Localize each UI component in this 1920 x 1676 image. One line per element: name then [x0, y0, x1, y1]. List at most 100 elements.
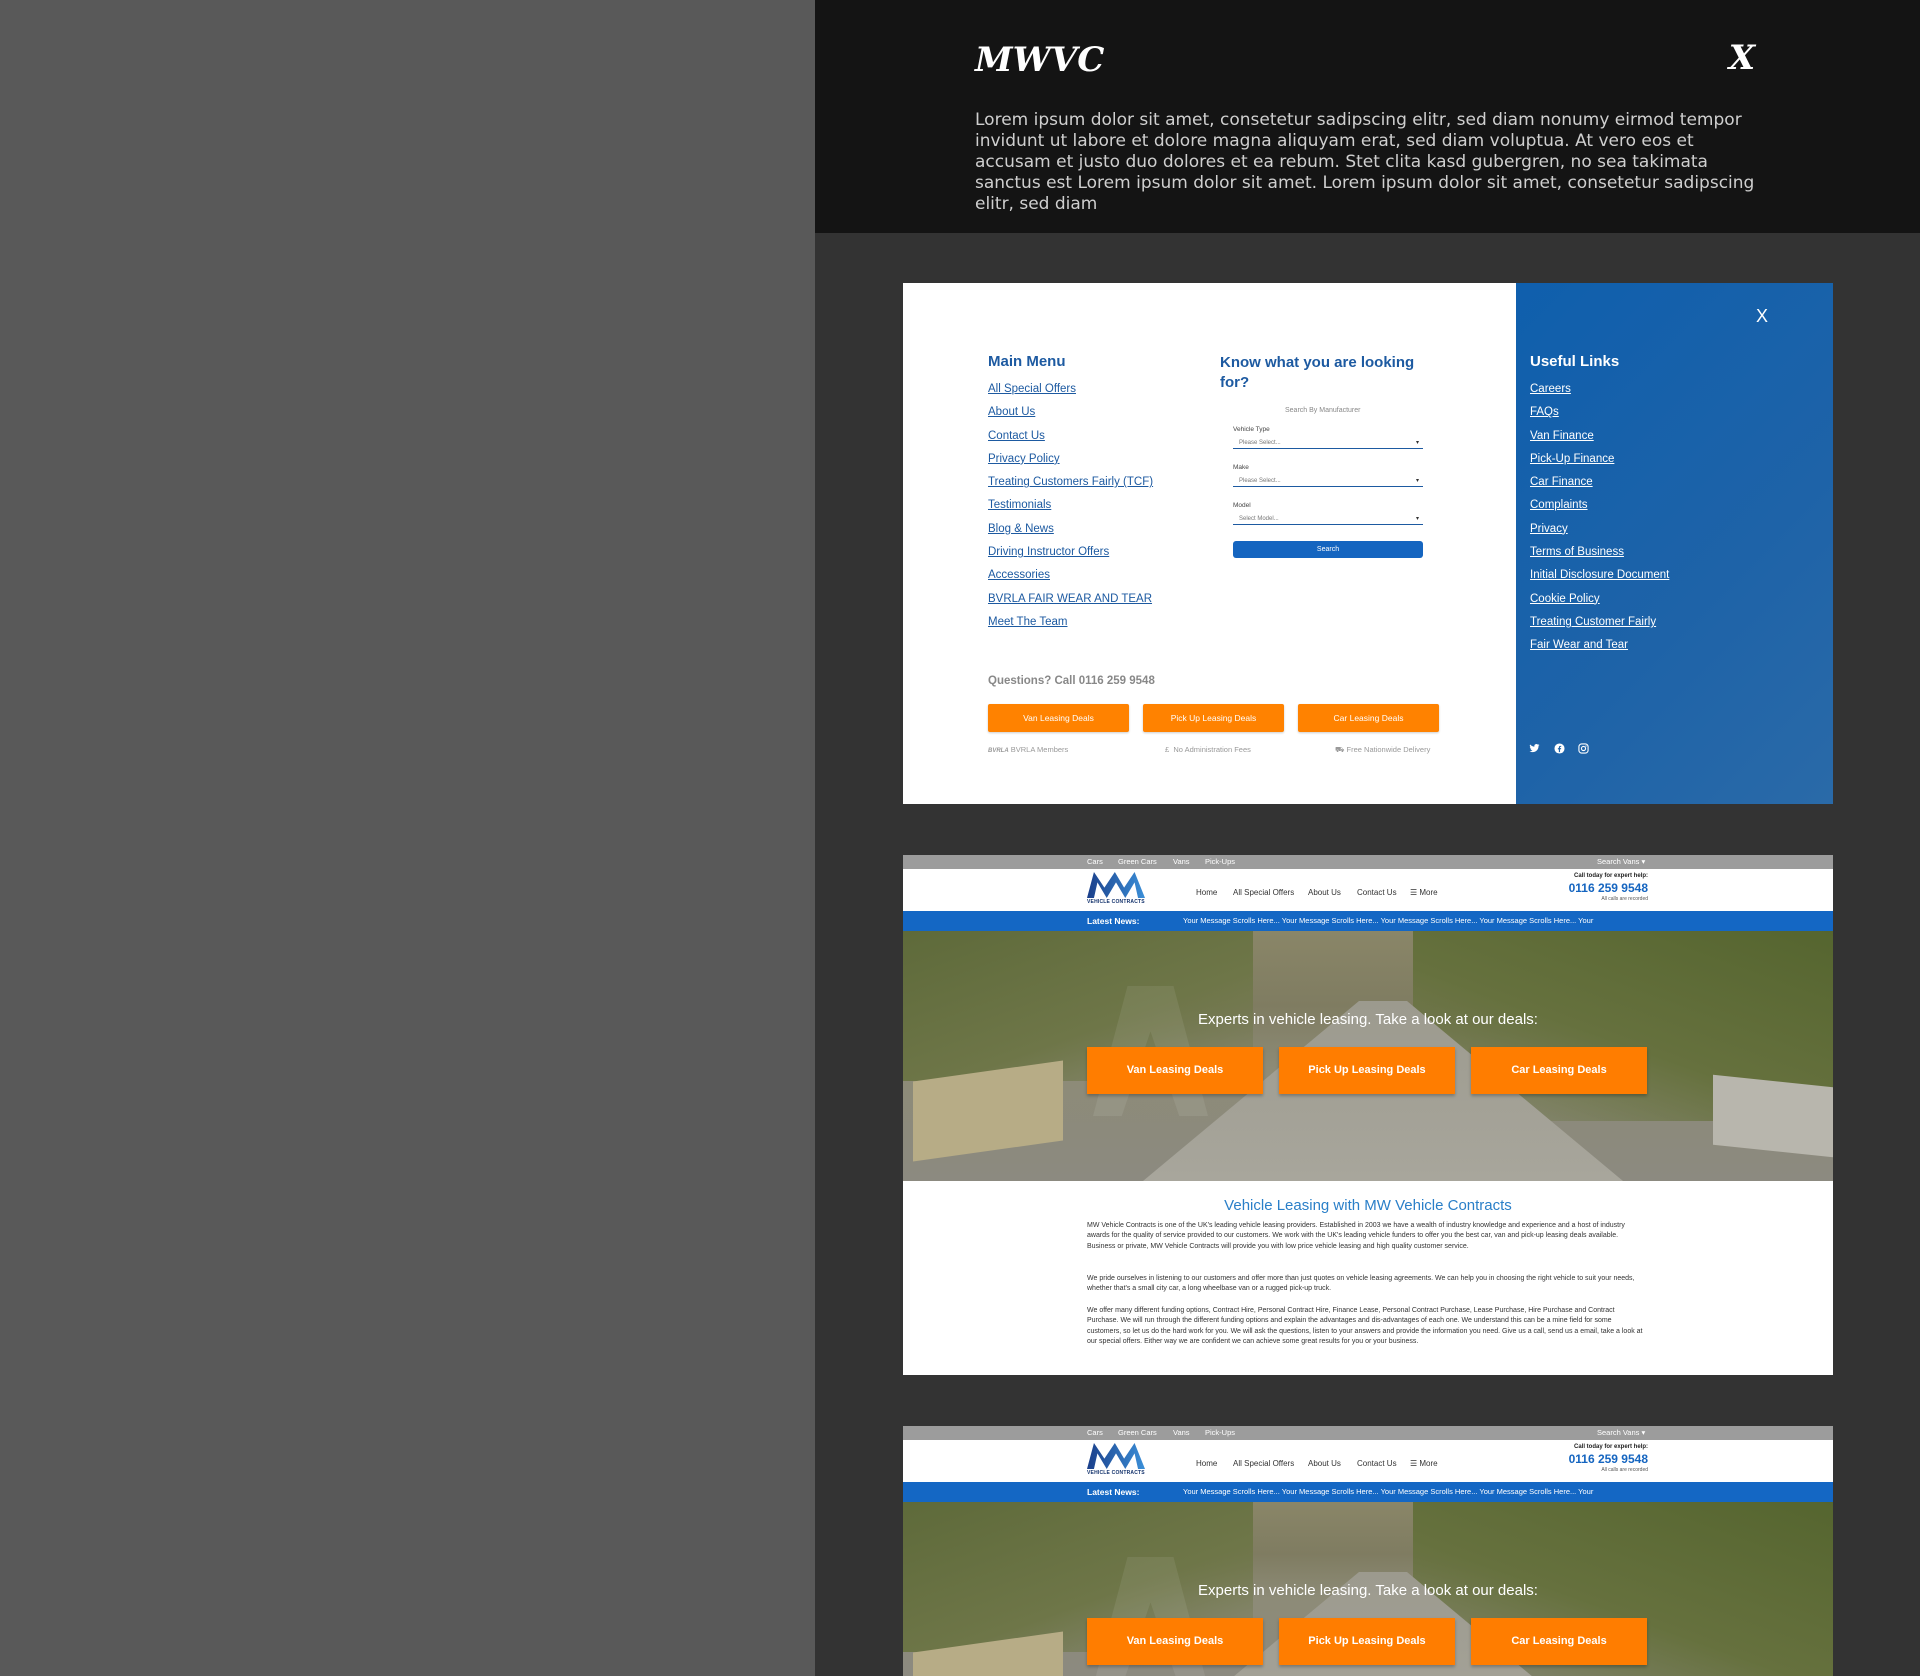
- page-overlay[interactable]: [0, 0, 815, 1676]
- hero-car-button[interactable]: Car Leasing Deals: [1471, 1618, 1647, 1665]
- calls-recorded: All calls are recorded: [1601, 896, 1648, 902]
- top-nav-cars[interactable]: Cars: [1087, 1426, 1103, 1440]
- search-vans-dropdown[interactable]: Search Vans ▾: [1597, 855, 1645, 869]
- top-bar: Cars Green Cars Vans Pick-Ups Search Van…: [903, 855, 1833, 869]
- top-nav-pickups[interactable]: Pick-Ups: [1205, 855, 1235, 869]
- make-label: Make: [1233, 464, 1249, 471]
- intro-paragraph: We pride ourselves in listening to our c…: [1087, 1275, 1635, 1293]
- homepage-screenshot: Cars Green Cars Vans Pick-Ups Search Van…: [903, 855, 1833, 1375]
- hero-car-button[interactable]: Car Leasing Deals: [1471, 1047, 1647, 1094]
- hero-van-button[interactable]: Van Leasing Deals: [1087, 1047, 1263, 1094]
- model-select[interactable]: Select Model... ▾: [1233, 514, 1423, 525]
- useful-links-area: X Useful Links Careers FAQs Van Finance …: [1516, 283, 1833, 804]
- main-menu-link[interactable]: About Us: [988, 406, 1153, 429]
- main-menu-link[interactable]: Contact Us: [988, 430, 1153, 453]
- menu-main-area: Main Menu All Special Offers About Us Co…: [903, 283, 1516, 804]
- site-header: VEHICLE CONTRACTS Home All Special Offer…: [903, 1440, 1833, 1482]
- nav-home[interactable]: Home: [1196, 1459, 1217, 1468]
- make-select[interactable]: Please Select... ▾: [1233, 476, 1423, 487]
- mw-logo[interactable]: VEHICLE CONTRACTS: [1087, 1443, 1145, 1477]
- main-menu-link[interactable]: Privacy Policy: [988, 453, 1153, 476]
- news-text: Your Message Scrolls Here... Your Messag…: [1183, 916, 1594, 925]
- phone-number[interactable]: 0116 259 9548: [1569, 881, 1648, 895]
- top-nav-vans[interactable]: Vans: [1173, 1426, 1190, 1440]
- useful-link[interactable]: Car Finance: [1530, 476, 1669, 499]
- make-value: Please Select...: [1239, 478, 1281, 484]
- nav-special-offers[interactable]: All Special Offers: [1233, 1459, 1294, 1468]
- useful-link[interactable]: Privacy: [1530, 523, 1669, 546]
- no-fees-feature: £ No Administration Fees: [1165, 745, 1251, 754]
- instagram-icon[interactable]: [1577, 743, 1589, 755]
- useful-link[interactable]: Complaints: [1530, 499, 1669, 522]
- search-vans-dropdown[interactable]: Search Vans ▾: [1597, 1426, 1645, 1440]
- menu-screenshot: Main Menu All Special Offers About Us Co…: [903, 283, 1833, 804]
- useful-link[interactable]: FAQs: [1530, 406, 1669, 429]
- top-nav-pickups[interactable]: Pick-Ups: [1205, 1426, 1235, 1440]
- search-button[interactable]: Search: [1233, 541, 1423, 558]
- hero-tagline: Experts in vehicle leasing. Take a look …: [1198, 1011, 1538, 1028]
- feature-label: No Administration Fees: [1173, 745, 1251, 754]
- call-label: Call today for expert help:: [1573, 873, 1648, 879]
- logo-text: VEHICLE CONTRACTS: [1087, 1470, 1145, 1476]
- useful-link[interactable]: Terms of Business: [1530, 546, 1669, 569]
- nav-contact[interactable]: Contact Us: [1357, 1459, 1397, 1468]
- main-menu-link[interactable]: BVRLA FAIR WEAR AND TEAR: [988, 593, 1153, 616]
- facebook-icon[interactable]: [1553, 743, 1565, 755]
- pickup-leasing-button[interactable]: Pick Up Leasing Deals: [1143, 704, 1284, 732]
- hero-banner: Experts in vehicle leasing. Take a look …: [903, 1502, 1833, 1676]
- useful-link[interactable]: Treating Customer Fairly: [1530, 616, 1669, 639]
- van-leasing-button[interactable]: Van Leasing Deals: [988, 704, 1129, 732]
- main-menu-link[interactable]: Treating Customers Fairly (TCF): [988, 476, 1153, 499]
- mw-logo[interactable]: VEHICLE CONTRACTS: [1087, 872, 1145, 906]
- questions-call: Questions? Call 0116 259 9548: [988, 675, 1155, 687]
- bvrla-logo-icon: BVRLA: [988, 748, 1009, 754]
- main-menu-link[interactable]: Testimonials: [988, 499, 1153, 522]
- panel-description: Lorem ipsum dolor sit amet, consetetur s…: [975, 110, 1755, 214]
- nav-about[interactable]: About Us: [1308, 888, 1341, 897]
- useful-link[interactable]: Cookie Policy: [1530, 593, 1669, 616]
- main-menu-link[interactable]: Blog & News: [988, 523, 1153, 546]
- news-label: Latest News:: [1087, 1487, 1140, 1497]
- panel-header: MWVC X Lorem ipsum dolor sit amet, conse…: [815, 0, 1920, 233]
- nav-home[interactable]: Home: [1196, 888, 1217, 897]
- top-bar: Cars Green Cars Vans Pick-Ups Search Van…: [903, 1426, 1833, 1440]
- search-title: Know what you are looking for?: [1220, 354, 1415, 391]
- nav-special-offers[interactable]: All Special Offers: [1233, 888, 1294, 897]
- model-label: Model: [1233, 502, 1251, 509]
- nav-more[interactable]: ☰ More: [1410, 888, 1438, 897]
- car-leasing-button[interactable]: Car Leasing Deals: [1298, 704, 1439, 732]
- news-ticker: Latest News: Your Message Scrolls Here..…: [903, 1482, 1833, 1502]
- hero-van-button[interactable]: Van Leasing Deals: [1087, 1618, 1263, 1665]
- nav-about[interactable]: About Us: [1308, 1459, 1341, 1468]
- useful-link[interactable]: Careers: [1530, 383, 1669, 406]
- hero-pickup-button[interactable]: Pick Up Leasing Deals: [1279, 1047, 1455, 1094]
- nav-contact[interactable]: Contact Us: [1357, 888, 1397, 897]
- top-nav-vans[interactable]: Vans: [1173, 855, 1190, 869]
- project-panel: MWVC X Lorem ipsum dolor sit amet, conse…: [815, 0, 1920, 1676]
- nav-more[interactable]: ☰ More: [1410, 1459, 1438, 1468]
- useful-link[interactable]: Initial Disclosure Document: [1530, 569, 1669, 592]
- top-nav-green-cars[interactable]: Green Cars: [1118, 855, 1157, 869]
- main-menu-link[interactable]: Driving Instructor Offers: [988, 546, 1153, 569]
- useful-link[interactable]: Fair Wear and Tear: [1530, 639, 1669, 662]
- main-menu-link[interactable]: Meet The Team: [988, 616, 1153, 639]
- twitter-icon[interactable]: [1528, 743, 1540, 755]
- main-menu-link[interactable]: Accessories: [988, 569, 1153, 592]
- top-nav-cars[interactable]: Cars: [1087, 855, 1103, 869]
- menu-close-button[interactable]: X: [1756, 306, 1768, 327]
- phone-number[interactable]: 0116 259 9548: [1569, 1452, 1648, 1466]
- top-nav-green-cars[interactable]: Green Cars: [1118, 1426, 1157, 1440]
- vehicle-type-select[interactable]: Please Select... ▾: [1233, 438, 1423, 449]
- vehicle-type-value: Please Select...: [1239, 440, 1281, 446]
- close-button[interactable]: X: [1722, 38, 1762, 78]
- intro-section: Vehicle Leasing with MW Vehicle Contract…: [903, 1181, 1833, 1375]
- hero-pickup-button[interactable]: Pick Up Leasing Deals: [1279, 1618, 1455, 1665]
- mw-logo-mark: [1087, 1443, 1145, 1469]
- useful-link[interactable]: Van Finance: [1530, 430, 1669, 453]
- main-menu-link[interactable]: All Special Offers: [988, 383, 1153, 406]
- feature-label: BVRLA Members: [1010, 745, 1069, 754]
- main-menu-title: Main Menu: [988, 353, 1066, 370]
- intro-paragraph: We offer many different funding options,…: [1087, 1307, 1643, 1346]
- useful-link[interactable]: Pick-Up Finance: [1530, 453, 1669, 476]
- panel-title: MWVC: [975, 40, 1105, 80]
